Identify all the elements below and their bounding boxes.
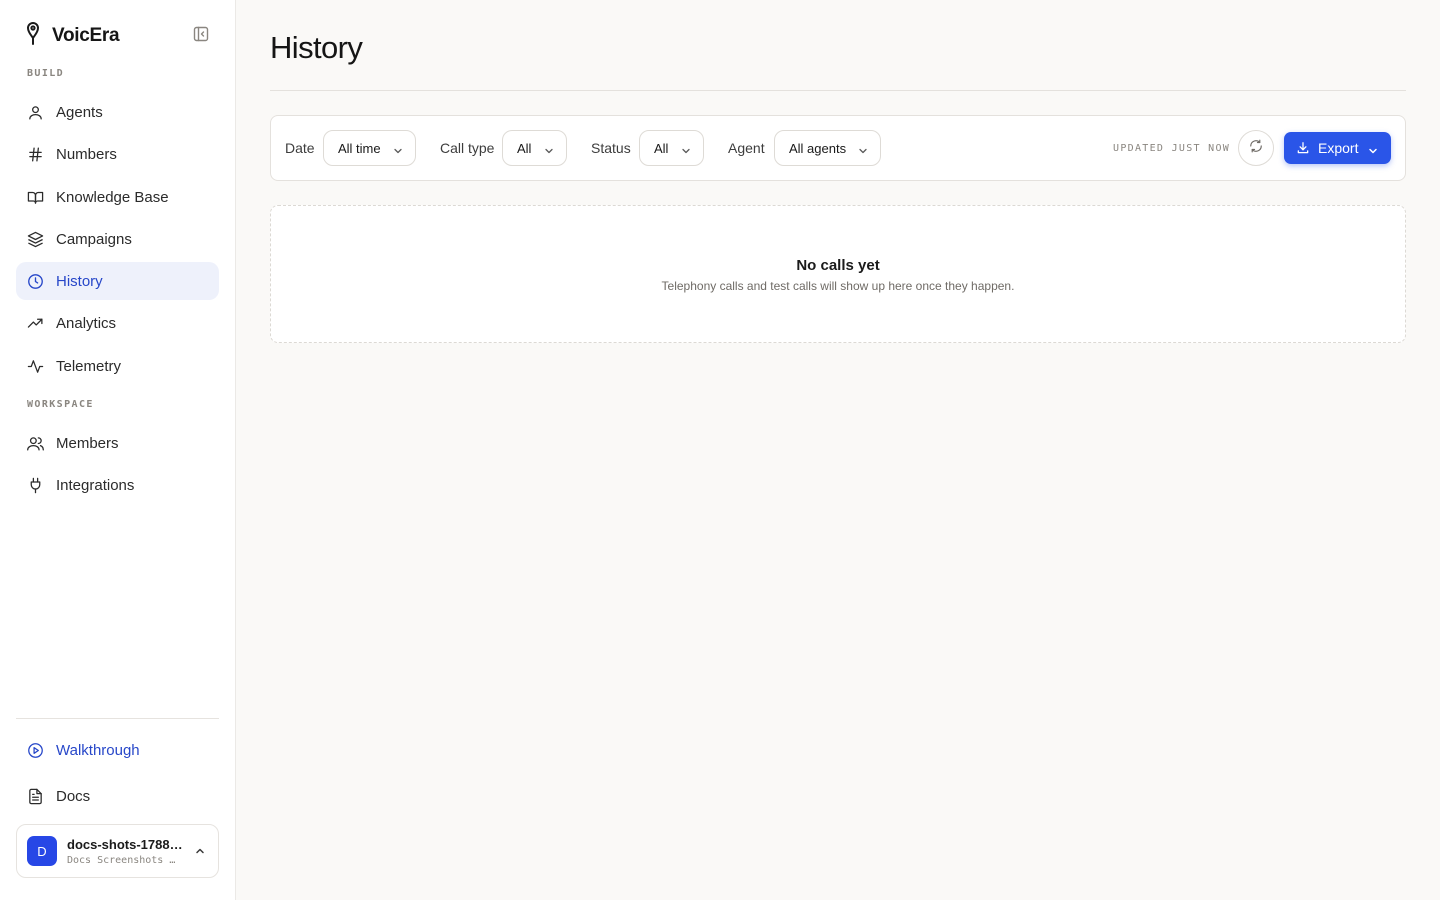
call-type-filter-value: All (517, 140, 532, 156)
sidebar-item-docs[interactable]: Docs (16, 777, 219, 815)
sidebar-item-label: Knowledge Base (56, 188, 169, 206)
sidebar-item-history[interactable]: History (16, 262, 219, 300)
chevron-down-icon (544, 144, 554, 159)
chevron-down-icon (393, 144, 403, 159)
sidebar-item-label: Analytics (56, 314, 117, 332)
agent-filter-value: All agents (789, 140, 847, 156)
sidebar-item-label: Members (56, 434, 119, 452)
account-name: docs-shots-1788… (67, 836, 183, 852)
chevron-up-icon (194, 844, 206, 862)
sidebar-item-walkthrough[interactable]: Walkthrough (16, 731, 219, 769)
sidebar-item-label: Campaigns (56, 230, 132, 248)
chevron-down-icon (681, 144, 691, 159)
refresh-button[interactable] (1238, 130, 1274, 166)
account-switcher[interactable]: D docs-shots-1788… Docs Screenshots … (16, 824, 219, 878)
hash-icon (26, 145, 44, 163)
export-button[interactable]: Export (1284, 132, 1391, 164)
filter-bar: Date All time Call type All Status All A… (270, 115, 1406, 181)
date-filter-select[interactable]: All time (323, 130, 416, 166)
filter-label-agent: Agent (728, 140, 765, 156)
sidebar-item-agents[interactable]: Agents (16, 93, 219, 131)
sidebar-item-label: Agents (56, 103, 103, 121)
sidebar-item-analytics[interactable]: Analytics (16, 304, 219, 342)
download-icon (1296, 141, 1310, 158)
trending-up-icon (26, 314, 44, 332)
sidebar-item-label: Docs (56, 787, 91, 805)
sidebar-item-telemetry[interactable]: Telemetry (16, 347, 219, 385)
empty-state-title: No calls yet (796, 257, 880, 274)
play-circle-icon (26, 741, 44, 759)
date-filter-value: All time (338, 140, 381, 156)
filter-label-call-type: Call type (440, 140, 495, 156)
section-label-build: BUILD (27, 68, 65, 79)
brand[interactable]: VoicEra (24, 21, 120, 52)
section-label-workspace: WORKSPACE (27, 399, 94, 410)
sidebar-collapse-icon (193, 26, 209, 47)
avatar: D (27, 836, 57, 866)
page-title: History (270, 30, 363, 65)
updated-status: UPDATED JUST NOW (1113, 143, 1231, 154)
app-name: VoicEra (52, 25, 120, 46)
sidebar-divider (16, 718, 219, 719)
empty-state: No calls yet Telephony calls and test ca… (270, 205, 1406, 343)
collapse-sidebar-button[interactable] (191, 26, 211, 47)
export-label: Export (1318, 140, 1359, 156)
sidebar-item-label: History (56, 272, 103, 290)
agent-filter-select[interactable]: All agents (774, 130, 881, 166)
sidebar-item-integrations[interactable]: Integrations (16, 466, 219, 504)
microphone-logo-icon (24, 21, 42, 52)
clock-icon (26, 272, 44, 290)
title-divider (270, 90, 1406, 91)
book-icon (26, 188, 44, 206)
refresh-icon (1249, 139, 1263, 158)
sidebar-item-label: Integrations (56, 476, 135, 494)
status-filter-value: All (654, 140, 669, 156)
empty-state-subtitle: Telephony calls and test calls will show… (661, 279, 1015, 293)
sidebar-item-knowledge-base[interactable]: Knowledge Base (16, 178, 219, 216)
sidebar-item-label: Numbers (56, 145, 117, 163)
filter-label-date: Date (285, 140, 315, 156)
activity-icon (26, 357, 44, 375)
account-text: docs-shots-1788… Docs Screenshots … (67, 837, 185, 866)
plug-icon (26, 476, 44, 494)
chevron-down-icon (1368, 143, 1378, 159)
call-type-filter-select[interactable]: All (502, 130, 567, 166)
sidebar-item-numbers[interactable]: Numbers (16, 135, 219, 173)
filter-label-status: Status (591, 140, 631, 156)
sidebar-item-label: Telemetry (56, 357, 122, 375)
users-icon (26, 434, 44, 452)
sidebar-item-campaigns[interactable]: Campaigns (16, 220, 219, 258)
chevron-down-icon (858, 144, 868, 159)
sidebar-item-label: Walkthrough (56, 741, 140, 759)
account-subtitle: Docs Screenshots … (67, 854, 176, 866)
sidebar-item-members[interactable]: Members (16, 424, 219, 462)
status-filter-select[interactable]: All (639, 130, 704, 166)
user-icon (26, 103, 44, 121)
sidebar: VoicEra BUILD Agents Numbers Knowledge B… (0, 0, 236, 900)
file-text-icon (26, 787, 44, 805)
layers-icon (26, 230, 44, 248)
